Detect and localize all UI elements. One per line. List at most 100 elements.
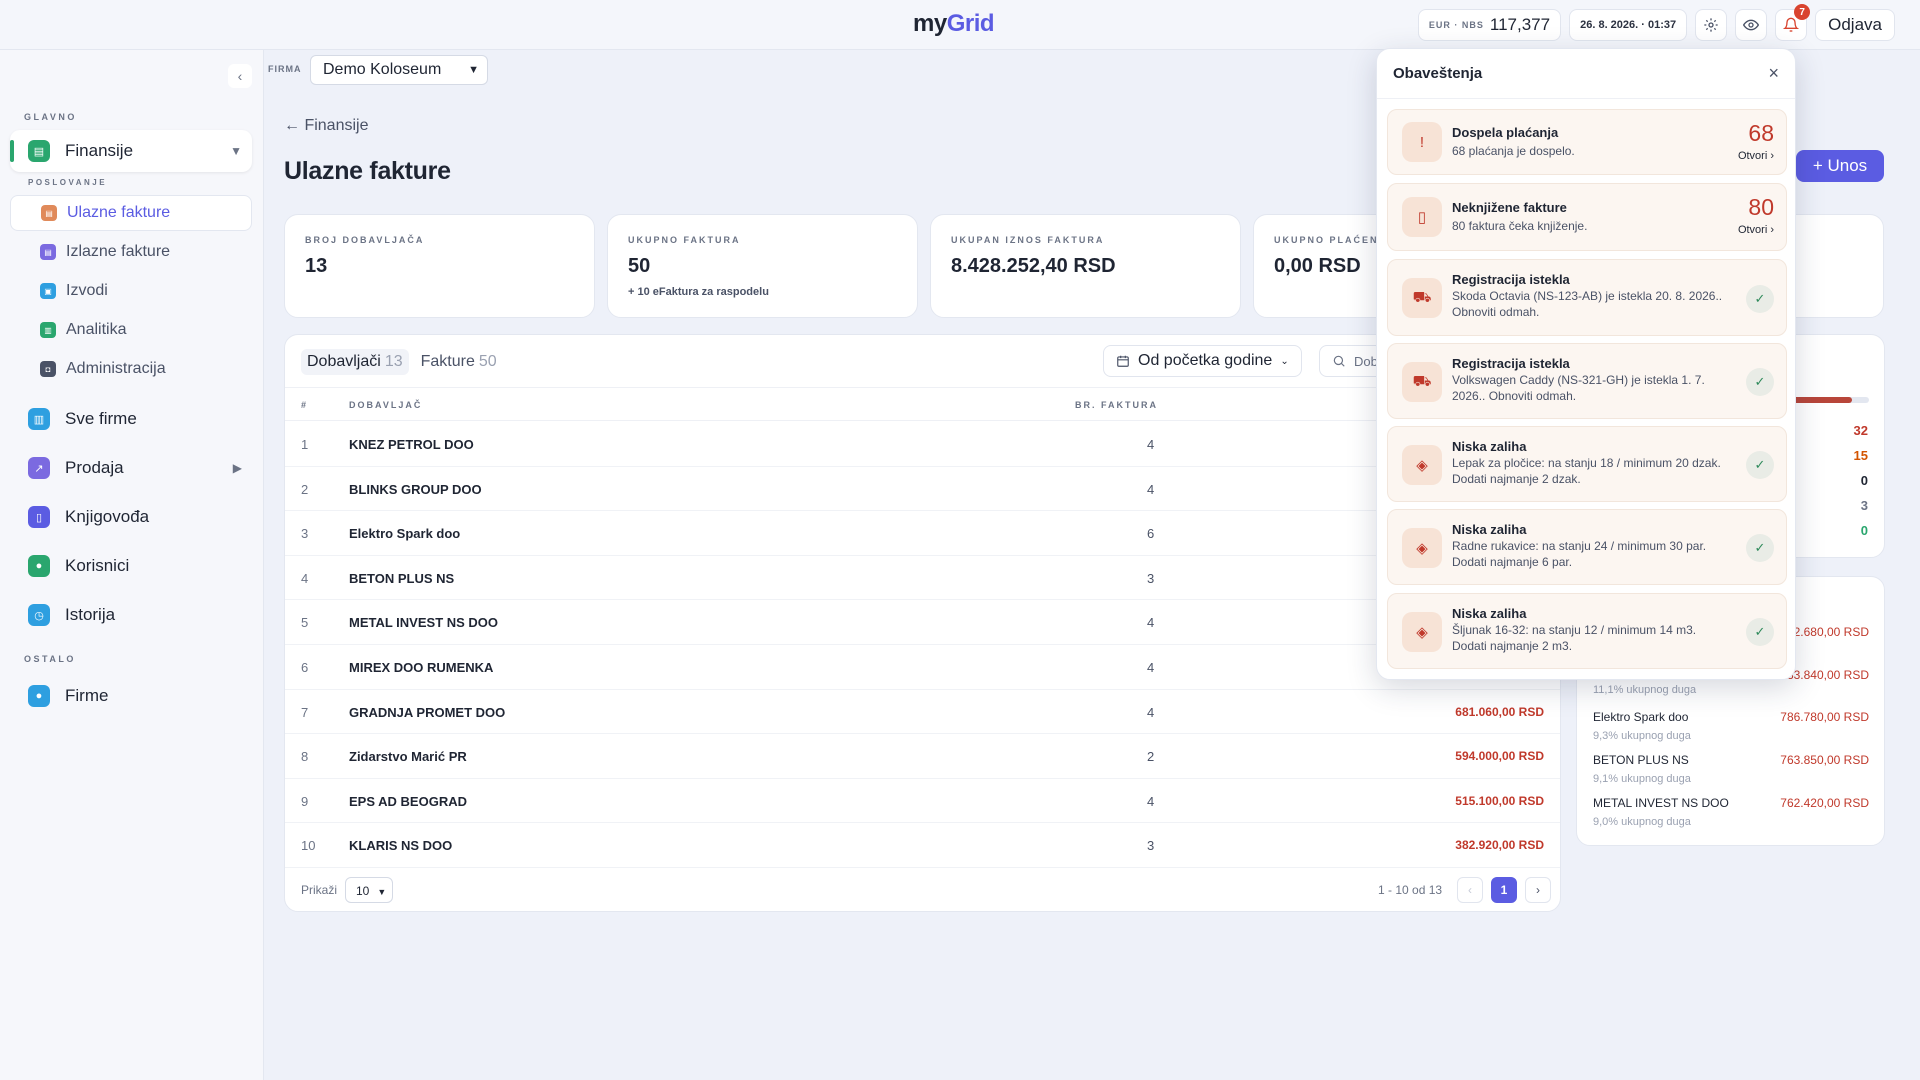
- sidebar-collapse-button[interactable]: ‹: [228, 64, 252, 88]
- invoice-count: 4: [1147, 615, 1155, 631]
- notification-description: 68 plaćanja je dospelo.: [1452, 144, 1575, 158]
- tab-invoices[interactable]: Fakture 50: [415, 349, 503, 375]
- book-icon: ▯: [1402, 197, 1442, 237]
- page-size-label: Prikaži: [301, 883, 338, 897]
- sidebar-item-outgoing-invoices[interactable]: ▤ Izlazne fakture: [10, 234, 252, 270]
- column-header-invoice-count[interactable]: BR. FAKTURA: [1075, 400, 1158, 410]
- notification-item[interactable]: ! Dospela plaćanja 68 plaćanja je dospelo.…: [1387, 109, 1787, 175]
- table-row[interactable]: 5 METAL INVEST NS DOO 4: [285, 600, 1560, 645]
- check-icon[interactable]: ✓: [1746, 534, 1774, 562]
- sidebar-item-analytics[interactable]: ▥ Analitika: [10, 312, 252, 348]
- invoice-count: 6: [1147, 526, 1155, 542]
- notification-item[interactable]: ◈ Niska zaliha Šljunak 16-32: na stanju 12…: [1387, 593, 1787, 669]
- table-row[interactable]: 2 BLINKS GROUP DOO 4: [285, 467, 1560, 512]
- tab-count: 50: [478, 353, 497, 370]
- invoice-count: 4: [1147, 660, 1155, 675]
- stat-subtext: + 10 eFaktura za raspodelu: [628, 286, 769, 298]
- top-bar: myGrid EUR · NBS 117,377 26. 8. 2026. · …: [0, 0, 1920, 50]
- check-icon[interactable]: ✓: [1746, 368, 1774, 396]
- next-page-button[interactable]: ›: [1525, 877, 1551, 903]
- notification-description: Lepak za pločice: na stanju 18 / minimum…: [1452, 456, 1721, 486]
- stat-card-invoices: UKUPNO FAKTURA 50 + 10 eFaktura za raspo…: [607, 214, 918, 318]
- table-row[interactable]: 7 GRADNJA PROMET DOO 4 681.060,00 RSD: [285, 690, 1560, 735]
- lock-icon: ◘: [40, 361, 56, 377]
- page-size-select[interactable]: 10 ▼: [345, 877, 393, 903]
- row-number: 10: [301, 838, 316, 854]
- notification-item[interactable]: ▯ Neknjižene fakture 80 faktura čeka knjiž…: [1387, 183, 1787, 251]
- sidebar-item-all-firms[interactable]: ▥ Sve firme: [10, 398, 252, 440]
- invoice-count: 3: [1147, 570, 1155, 586]
- sidebar-item-accountant[interactable]: ▯ Knjigovođa: [10, 496, 252, 538]
- close-icon[interactable]: ×: [1768, 63, 1779, 84]
- sidebar-item-finance[interactable]: ▤ Finansije ▼: [10, 130, 252, 172]
- check-icon[interactable]: ✓: [1746, 451, 1774, 479]
- debtor-percent: 11,1% ukupnog duga: [1593, 684, 1697, 696]
- debtor-amount: 762.420,00 RSD: [1780, 796, 1869, 810]
- sidebar-item-history[interactable]: ◷ Istorija: [10, 594, 252, 636]
- table-row[interactable]: 6 MIREX DOO RUMENKA 4: [285, 645, 1560, 690]
- row-number: 5: [301, 615, 309, 631]
- invoice-count: 2: [1147, 749, 1155, 765]
- table-row[interactable]: 9 EPS AD BEOGRAD 4 515.100,00 RSD: [285, 779, 1560, 824]
- row-number: 3: [301, 526, 309, 542]
- preview-button[interactable]: [1735, 9, 1768, 41]
- table-row[interactable]: 1 KNEZ PETROL DOO 4: [285, 422, 1560, 467]
- table-row[interactable]: 8 Zidarstvo Marić PR 2 594.000,00 RSD: [285, 734, 1560, 779]
- debtor-amount: 786.780,00 RSD: [1780, 710, 1869, 724]
- column-header-supplier[interactable]: DOBAVLJAČ: [349, 400, 422, 410]
- sidebar-item-sales[interactable]: ↗ Prodaja ▶: [10, 447, 252, 489]
- table-tabs: Dobavljači 13 Fakture 50: [301, 349, 503, 375]
- add-entry-button[interactable]: + Unos: [1796, 150, 1884, 182]
- exchange-rate: EUR · NBS 117,377: [1417, 9, 1562, 41]
- settings-button[interactable]: [1695, 9, 1728, 41]
- supplier-amount: 594.000,00 RSD: [1455, 749, 1544, 764]
- table-row[interactable]: 4 BETON PLUS NS 3: [285, 556, 1560, 601]
- datetime-text: 26. 8. 2026. · 01:37: [1580, 19, 1677, 31]
- notification-title: Registracija istekla: [1452, 356, 1570, 371]
- open-link[interactable]: Otvori ›: [1738, 150, 1774, 162]
- notification-item[interactable]: ⛟ Registracija istekla Skoda Octavia (NS-1…: [1387, 259, 1787, 336]
- company-label: FIRMA: [268, 64, 302, 74]
- check-icon[interactable]: ✓: [1746, 618, 1774, 646]
- sidebar-item-administration[interactable]: ◘ Administracija: [10, 351, 252, 387]
- period-filter[interactable]: Od početka godine ⌄: [1103, 345, 1302, 377]
- page-size-value: 10: [356, 884, 370, 898]
- search-icon: [1333, 355, 1345, 367]
- debtor-percent: 9,3% ukupnog duga: [1593, 730, 1691, 742]
- truck-icon: ⛟: [1402, 362, 1442, 402]
- company-select[interactable]: Demo Koloseum ▼: [310, 55, 488, 85]
- open-link[interactable]: Otvori ›: [1738, 224, 1774, 236]
- logout-button[interactable]: Odjava: [1815, 9, 1895, 41]
- status-count: 0: [1860, 473, 1868, 488]
- sidebar-item-label: Administracija: [66, 360, 166, 377]
- row-number: 6: [301, 660, 309, 675]
- notification-item[interactable]: ◈ Niska zaliha Radne rukavice: na stanju 2…: [1387, 509, 1787, 585]
- table-row[interactable]: 3 Elektro Spark doo 6: [285, 511, 1560, 556]
- sidebar-item-incoming-invoices[interactable]: ▤ Ulazne fakture: [10, 195, 252, 231]
- sidebar-item-users[interactable]: ● Korisnici: [10, 545, 252, 587]
- datetime-display: 26. 8. 2026. · 01:37: [1569, 9, 1688, 41]
- app-logo[interactable]: myGrid: [913, 10, 995, 38]
- sidebar-item-label: Sve firme: [65, 409, 137, 428]
- page-1-button[interactable]: 1: [1491, 877, 1517, 903]
- table-row[interactable]: 10 KLARIS NS DOO 3 382.920,00 RSD: [285, 823, 1560, 868]
- sidebar-item-statements[interactable]: ▣ Izvodi: [10, 273, 252, 309]
- notifications-button[interactable]: 7: [1775, 4, 1811, 41]
- back-link[interactable]: ← Finansije: [284, 117, 368, 135]
- notification-item[interactable]: ⛟ Registracija istekla Volkswagen Caddy (N…: [1387, 343, 1787, 419]
- stat-label: UKUPNO FAKTURA: [628, 235, 741, 245]
- eye-icon: [1743, 19, 1760, 31]
- check-icon[interactable]: ✓: [1746, 285, 1774, 313]
- tab-suppliers[interactable]: Dobavljači 13: [301, 349, 409, 375]
- status-count: 0: [1860, 523, 1868, 538]
- users-icon: ●: [28, 685, 50, 707]
- box-icon: ◈: [1402, 612, 1442, 652]
- prev-page-button[interactable]: ‹: [1457, 877, 1483, 903]
- sidebar-item-firms[interactable]: ● Firme: [10, 675, 252, 717]
- supplier-name: KLARIS NS DOO: [349, 838, 453, 854]
- chevron-right-icon[interactable]: ▶: [233, 461, 242, 475]
- chevron-down-icon[interactable]: ▼: [230, 144, 242, 158]
- notification-item[interactable]: ◈ Niska zaliha Lepak za pločice: na stanju…: [1387, 426, 1787, 502]
- debtor-amount: 763.850,00 RSD: [1780, 753, 1869, 767]
- chevron-down-icon: ⌄: [1280, 355, 1289, 367]
